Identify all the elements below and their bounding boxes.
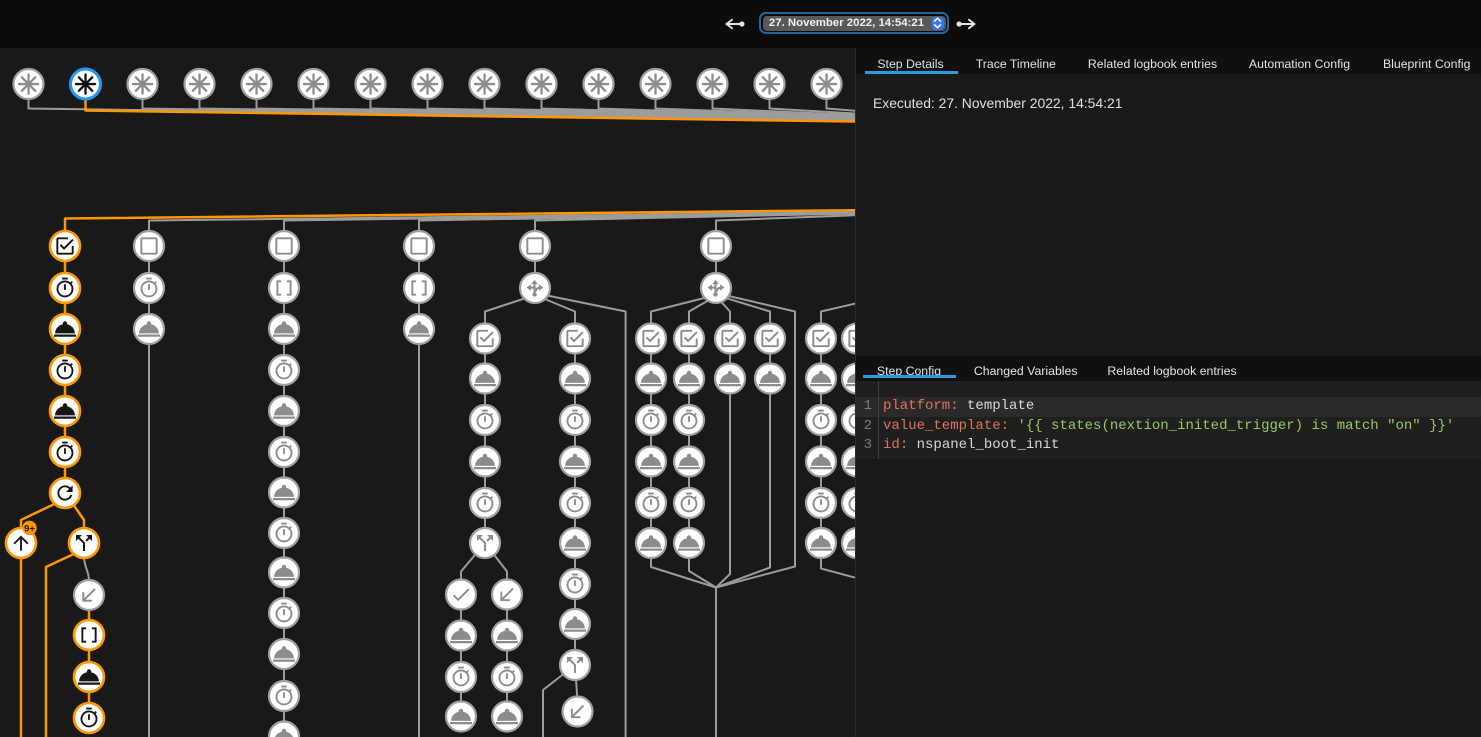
svg-text:9+: 9+ [24,523,35,534]
